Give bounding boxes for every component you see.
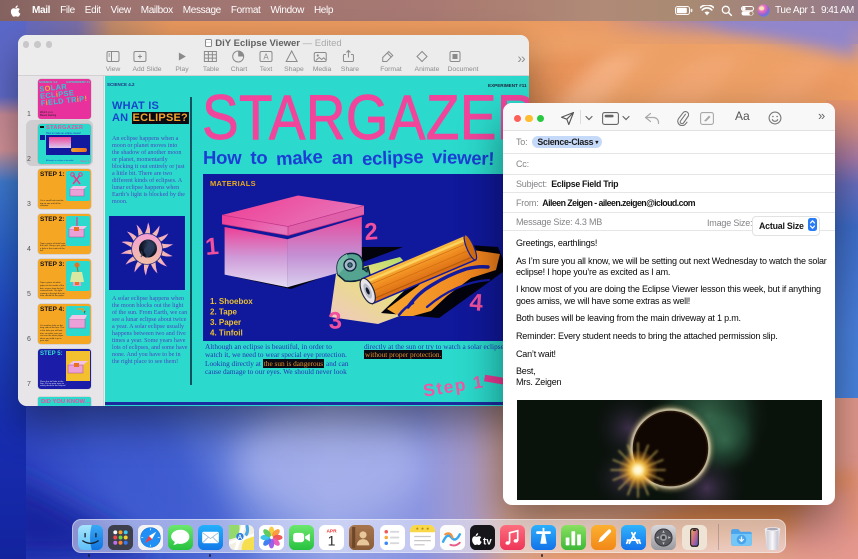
svg-text:4. Tinfoil: 4. Tinfoil bbox=[210, 329, 243, 338]
svg-text:tv: tv bbox=[483, 536, 492, 547]
svg-text:1: 1 bbox=[328, 532, 336, 548]
svg-text:2. Tape: 2. Tape bbox=[210, 308, 238, 317]
svg-text:2: 2 bbox=[364, 218, 379, 246]
svg-text:A: A bbox=[263, 53, 269, 62]
svg-text:3: 3 bbox=[328, 307, 343, 335]
svg-text:3. Paper: 3. Paper bbox=[210, 318, 241, 327]
svg-text:4: 4 bbox=[469, 289, 485, 317]
svg-text:A: A bbox=[237, 534, 242, 541]
svg-text:1. Shoebox: 1. Shoebox bbox=[210, 297, 253, 306]
svg-text:1: 1 bbox=[204, 233, 220, 261]
